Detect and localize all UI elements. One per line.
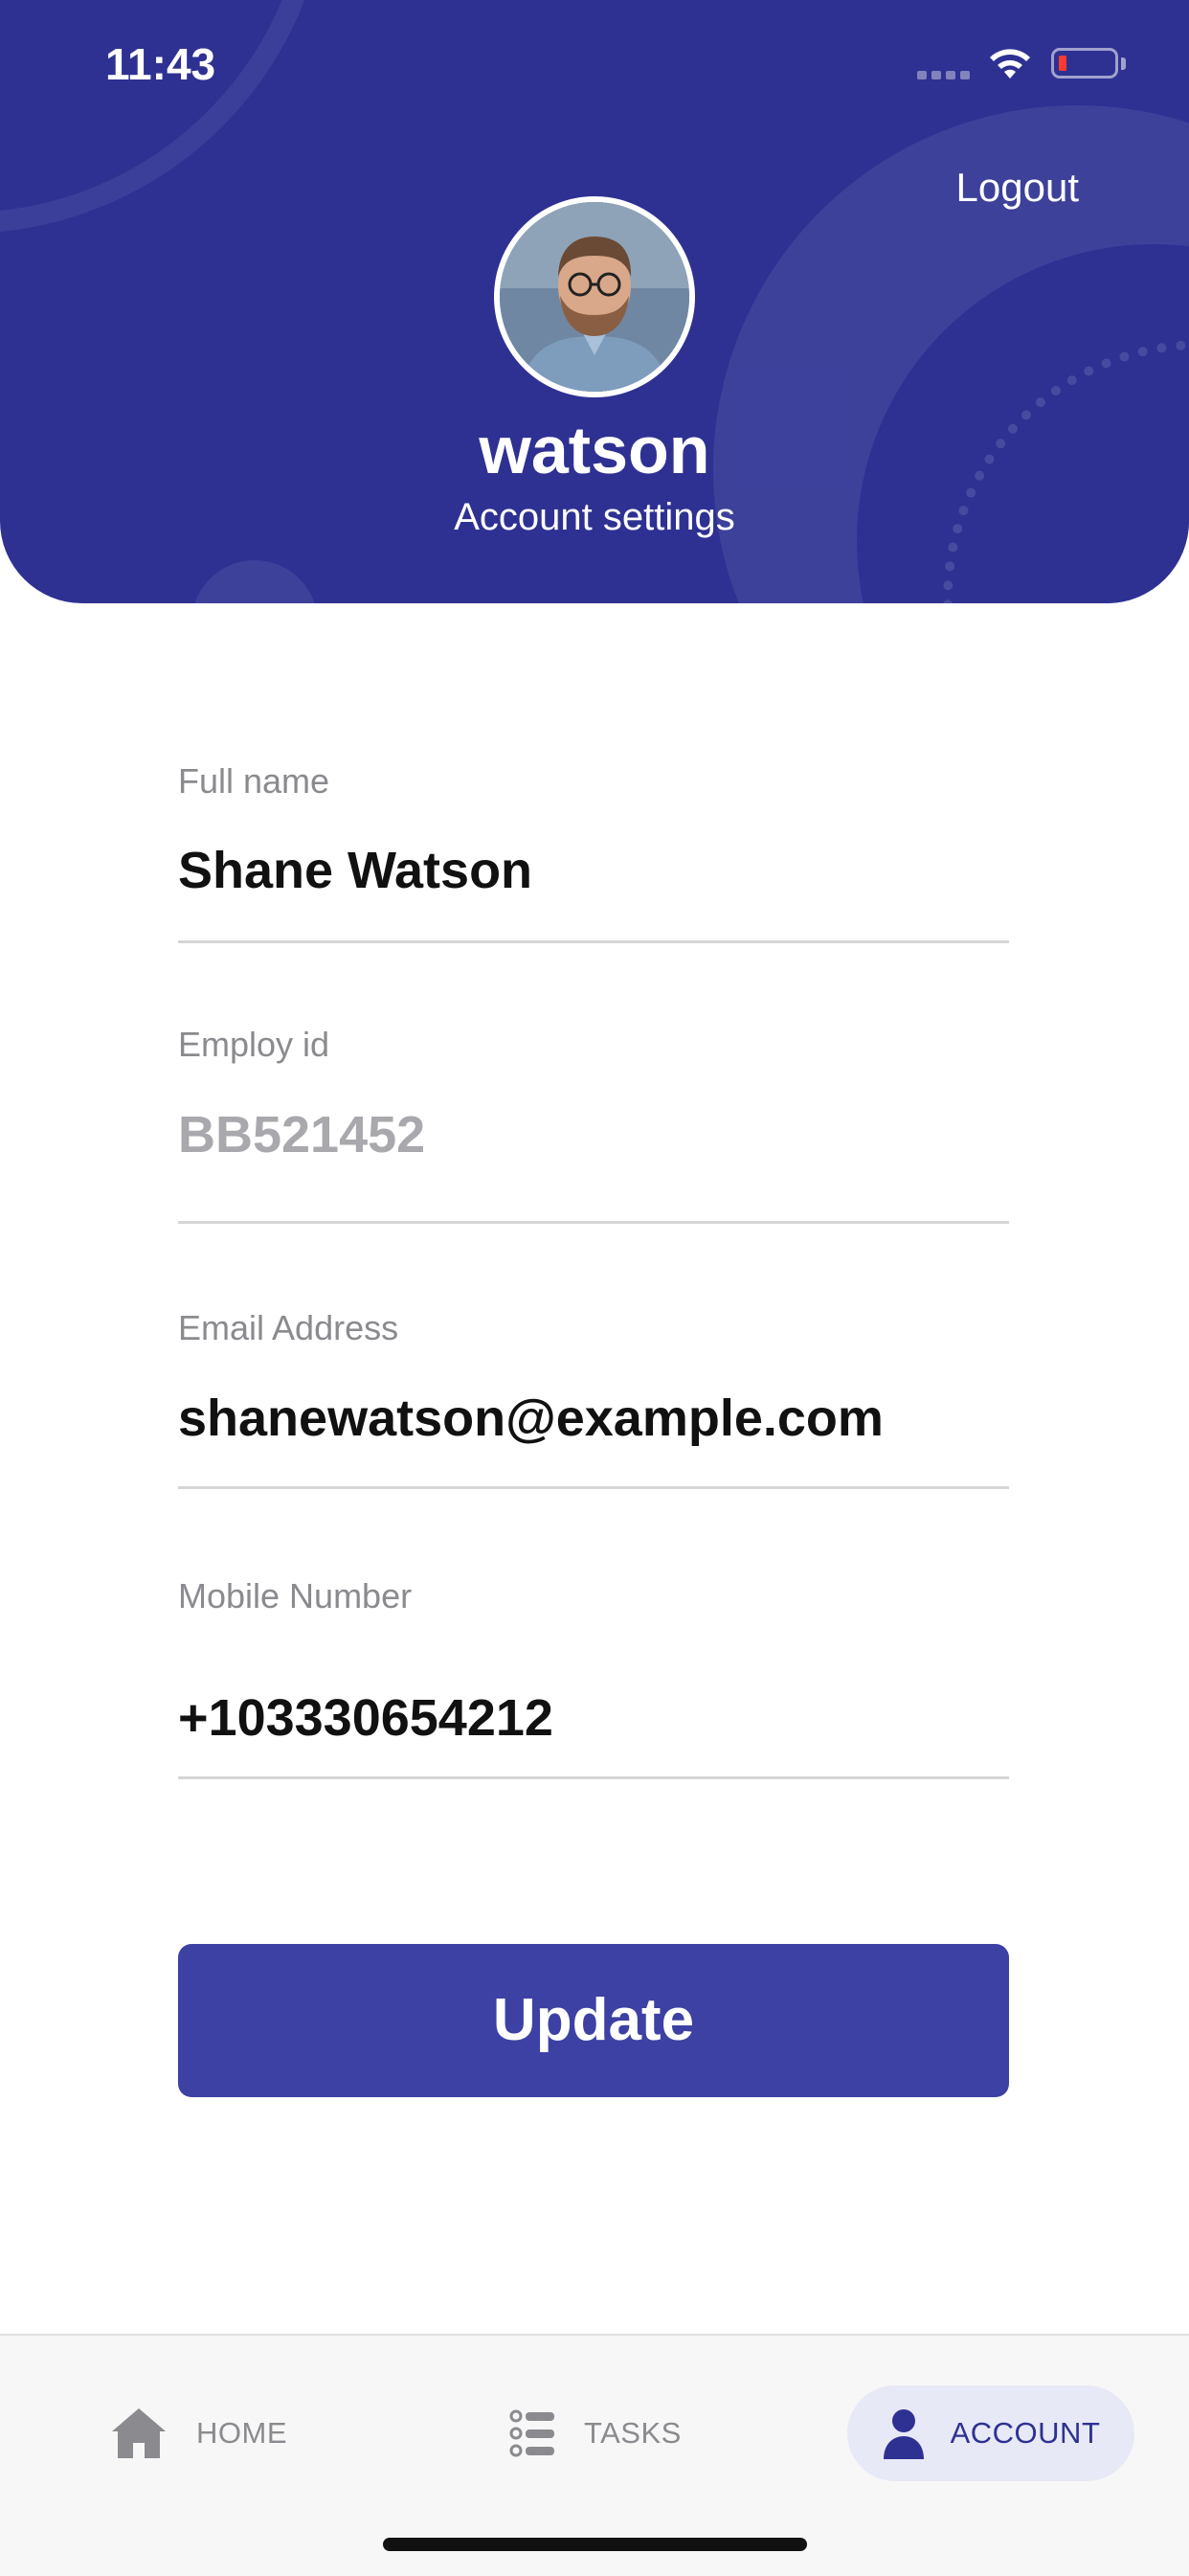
battery-level xyxy=(1059,56,1066,71)
mobile-number-label: Mobile Number xyxy=(178,1576,413,1616)
username: watson xyxy=(479,413,710,487)
tab-tasks[interactable]: TASKS xyxy=(509,2385,682,2481)
decorative-small-circle xyxy=(191,560,318,603)
page-subtitle: Account settings xyxy=(454,496,735,538)
employ-id-input xyxy=(178,1105,1009,1164)
avatar-photo xyxy=(500,202,689,392)
user-icon xyxy=(883,2409,924,2459)
full-name-input[interactable] xyxy=(178,841,1009,900)
wifi-icon xyxy=(990,49,1030,79)
logout-button[interactable]: Logout xyxy=(956,165,1079,211)
decorative-arc xyxy=(0,0,329,234)
mobile-number-input[interactable] xyxy=(178,1688,1009,1748)
email-label: Email Address xyxy=(178,1308,399,1347)
tab-tasks-label: TASKS xyxy=(584,2416,682,2450)
mobile-number-underline xyxy=(178,1776,1009,1779)
battery-icon xyxy=(1051,48,1118,79)
employ-id-underline xyxy=(178,1221,1009,1224)
employ-id-label: Employ id xyxy=(178,1025,330,1064)
status-time: 11:43 xyxy=(105,39,216,89)
tab-home[interactable]: HOME xyxy=(110,2385,287,2481)
update-button[interactable]: Update xyxy=(178,1944,1009,2097)
avatar[interactable] xyxy=(494,196,695,397)
home-indicator[interactable] xyxy=(383,2538,807,2551)
home-icon xyxy=(112,2408,166,2458)
tab-home-label: HOME xyxy=(196,2416,287,2450)
email-underline xyxy=(178,1486,1009,1489)
full-name-label: Full name xyxy=(178,761,330,801)
list-icon xyxy=(509,2409,554,2457)
tab-account[interactable]: ACCOUNT xyxy=(847,2385,1134,2481)
cellular-signal-icon xyxy=(917,71,970,79)
profile-header: 11:43 Logout watson Account settings xyxy=(0,0,1189,603)
full-name-underline xyxy=(178,940,1009,943)
email-input[interactable] xyxy=(178,1389,1009,1448)
battery-cap xyxy=(1121,57,1126,70)
tab-account-label: ACCOUNT xyxy=(950,2416,1101,2450)
